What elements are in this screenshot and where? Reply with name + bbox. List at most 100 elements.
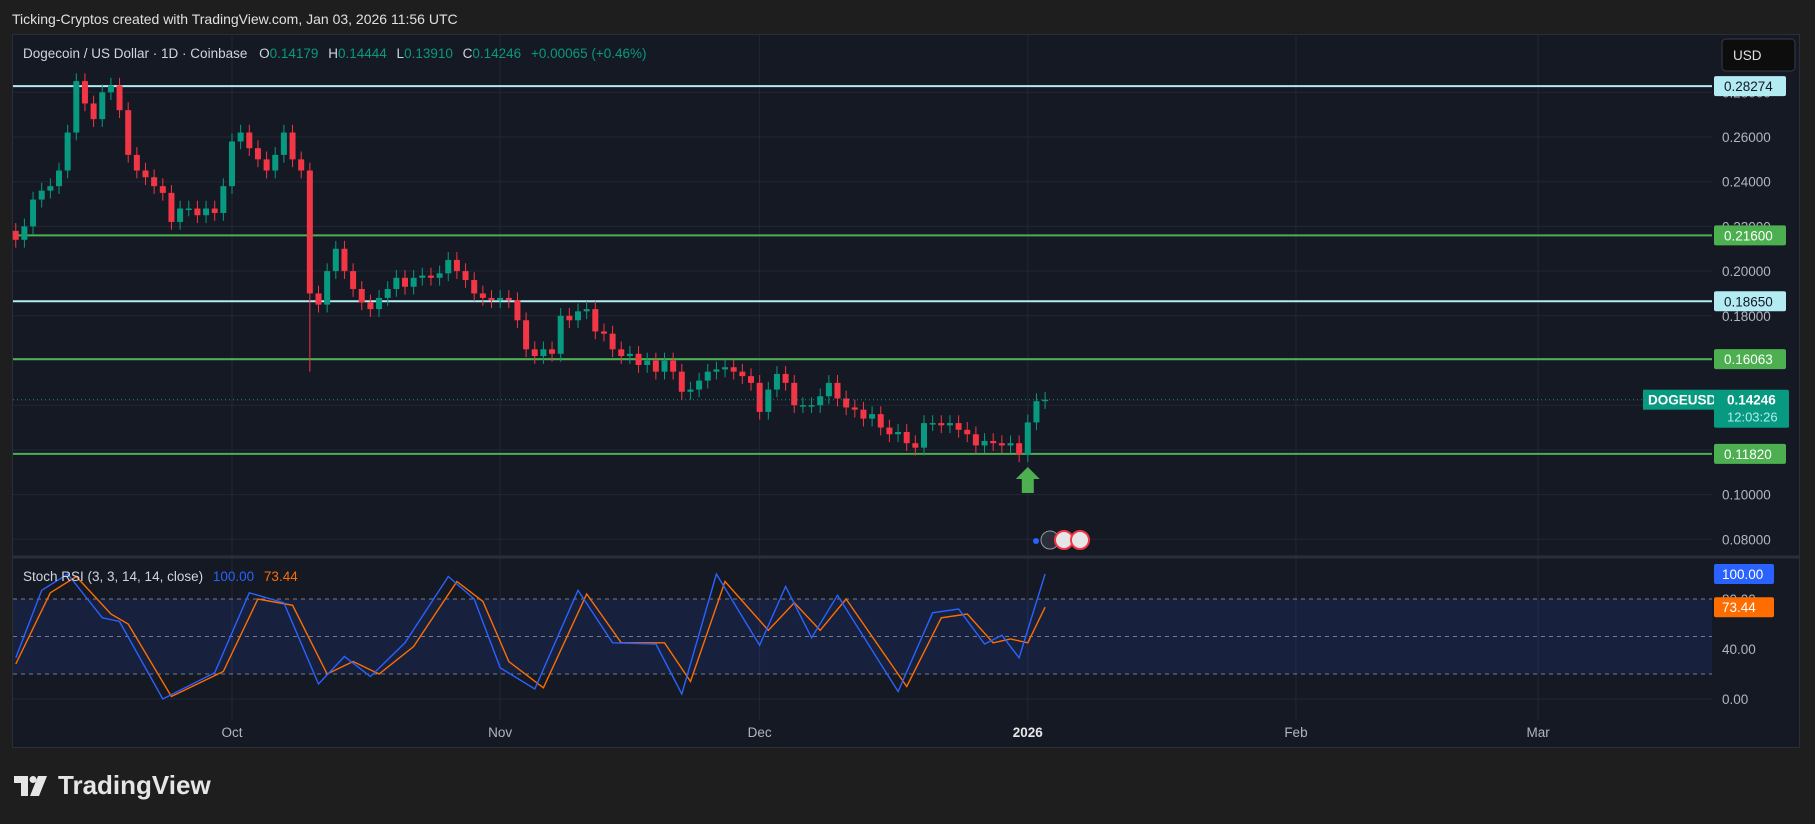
- candle[interactable]: [661, 352, 668, 380]
- candle[interactable]: [843, 390, 850, 416]
- events-icons[interactable]: [1033, 530, 1090, 550]
- candle[interactable]: [635, 345, 642, 373]
- candle[interactable]: [817, 388, 824, 414]
- candle[interactable]: [177, 200, 184, 230]
- candle[interactable]: [125, 102, 132, 163]
- candle[interactable]: [133, 147, 140, 179]
- candle[interactable]: [30, 191, 37, 235]
- candle[interactable]: [886, 419, 893, 443]
- candle[interactable]: [756, 375, 763, 420]
- candle[interactable]: [462, 263, 469, 288]
- candle[interactable]: [263, 151, 270, 179]
- currency-button[interactable]: USD: [1721, 38, 1796, 72]
- candle[interactable]: [358, 281, 365, 311]
- candle[interactable]: [116, 77, 123, 119]
- candle[interactable]: [722, 359, 729, 378]
- candle[interactable]: [652, 352, 659, 380]
- candle[interactable]: [523, 312, 530, 358]
- candle[interactable]: [298, 151, 305, 179]
- candle[interactable]: [246, 124, 253, 156]
- candle[interactable]: [1007, 435, 1014, 454]
- candle[interactable]: [306, 162, 313, 372]
- candle[interactable]: [315, 285, 322, 313]
- candle[interactable]: [497, 290, 504, 308]
- candle[interactable]: [626, 345, 633, 364]
- candle[interactable]: [514, 292, 521, 329]
- candle[interactable]: [471, 272, 478, 302]
- candle[interactable]: [505, 290, 512, 308]
- candle[interactable]: [289, 124, 296, 168]
- candle[interactable]: [938, 415, 945, 434]
- candle[interactable]: [592, 301, 599, 340]
- candle[interactable]: [21, 218, 28, 248]
- candle[interactable]: [713, 361, 720, 380]
- candle[interactable]: [704, 363, 711, 389]
- candle[interactable]: [929, 415, 936, 431]
- candle[interactable]: [393, 269, 400, 297]
- candle[interactable]: [107, 77, 114, 101]
- candle[interactable]: [670, 352, 677, 380]
- candle[interactable]: [272, 147, 279, 179]
- sparkle-icon[interactable]: [1033, 538, 1039, 544]
- candle[interactable]: [99, 84, 106, 127]
- candle[interactable]: [90, 95, 97, 127]
- candle[interactable]: [575, 303, 581, 329]
- candle[interactable]: [73, 73, 80, 141]
- candle[interactable]: [765, 381, 772, 420]
- candle[interactable]: [410, 269, 417, 295]
- candle[interactable]: [229, 133, 235, 194]
- candle[interactable]: [445, 252, 452, 282]
- candle[interactable]: [851, 399, 858, 418]
- candle[interactable]: [419, 267, 426, 286]
- candle[interactable]: [1016, 435, 1023, 463]
- candle[interactable]: [773, 366, 780, 398]
- candle[interactable]: [583, 301, 590, 320]
- candle[interactable]: [644, 352, 651, 373]
- candle[interactable]: [600, 323, 607, 342]
- candle[interactable]: [748, 368, 754, 391]
- candle[interactable]: [254, 140, 261, 168]
- candle[interactable]: [81, 73, 88, 112]
- candle[interactable]: [185, 200, 192, 217]
- candle[interactable]: [557, 307, 564, 362]
- candle[interactable]: [972, 426, 979, 454]
- candle[interactable]: [869, 406, 876, 427]
- candle[interactable]: [730, 359, 737, 380]
- candle[interactable]: [946, 415, 953, 434]
- candle[interactable]: [1042, 391, 1049, 410]
- candle[interactable]: [1033, 393, 1040, 431]
- candle[interactable]: [168, 185, 175, 230]
- candle[interactable]: [151, 169, 158, 194]
- candle[interactable]: [877, 406, 884, 436]
- candle[interactable]: [38, 182, 45, 208]
- candle[interactable]: [350, 263, 357, 297]
- candle[interactable]: [194, 200, 201, 224]
- candle[interactable]: [903, 424, 910, 452]
- candle[interactable]: [280, 124, 287, 163]
- chart-canvas[interactable]: 0.280000.260000.240000.220000.200000.180…: [0, 0, 1815, 824]
- candle[interactable]: [609, 325, 616, 358]
- candle[interactable]: [687, 381, 694, 400]
- candle[interactable]: [341, 240, 348, 279]
- candle[interactable]: [895, 424, 902, 443]
- candle[interactable]: [453, 252, 460, 279]
- candle[interactable]: [376, 290, 383, 317]
- candle[interactable]: [955, 415, 962, 438]
- candle[interactable]: [436, 265, 443, 286]
- candle[interactable]: [427, 267, 434, 286]
- candle[interactable]: [402, 269, 408, 295]
- candle[interactable]: [56, 162, 62, 194]
- candle[interactable]: [488, 290, 495, 308]
- us-flag-event-icon[interactable]: [1070, 530, 1090, 550]
- candle[interactable]: [696, 372, 703, 398]
- candle[interactable]: [912, 435, 919, 456]
- candle[interactable]: [211, 200, 218, 221]
- candle[interactable]: [220, 178, 227, 221]
- candle[interactable]: [678, 363, 685, 400]
- candle[interactable]: [566, 307, 573, 329]
- candle[interactable]: [479, 285, 486, 306]
- candle[interactable]: [237, 124, 244, 150]
- candle[interactable]: [825, 375, 832, 405]
- candle[interactable]: [332, 240, 339, 279]
- candle[interactable]: [367, 294, 374, 317]
